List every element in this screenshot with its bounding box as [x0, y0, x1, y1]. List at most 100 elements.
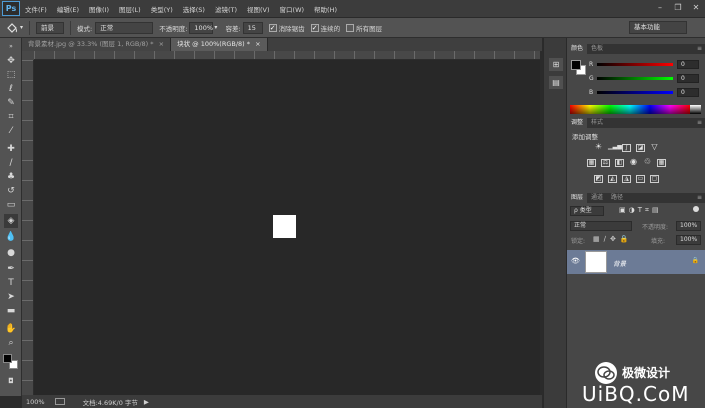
blend-mode-select[interactable]: 正常: [570, 221, 632, 231]
pen-tool-icon[interactable]: ✒: [4, 262, 18, 276]
panel-menu-icon[interactable]: ≡: [697, 193, 702, 203]
layer-name[interactable]: 背景: [613, 258, 626, 268]
color-spectrum-bw[interactable]: [690, 105, 701, 114]
selective-color-icon[interactable]: ▢: [650, 175, 659, 183]
tab-color[interactable]: 颜色: [567, 44, 588, 54]
blue-slider[interactable]: B 0: [589, 87, 699, 97]
mode-select[interactable]: 正常: [95, 21, 154, 34]
levels-icon[interactable]: ▁▃▅: [608, 144, 622, 152]
document-canvas[interactable]: [273, 215, 296, 238]
zoom-level[interactable]: 100%: [26, 398, 45, 406]
history-brush-tool-icon[interactable]: ↺: [4, 184, 18, 198]
eraser-tool-icon[interactable]: ▭: [4, 198, 18, 212]
properties-panel-icon[interactable]: ▤: [549, 76, 563, 89]
tab-layers[interactable]: 图层: [567, 193, 588, 203]
visibility-eye-icon[interactable]: 👁: [571, 257, 580, 265]
blue-value[interactable]: 0: [677, 87, 699, 97]
ruler-origin[interactable]: [22, 51, 34, 60]
opacity-dropdown-icon[interactable]: ▾: [214, 24, 217, 31]
color-balance-icon[interactable]: ⚖: [601, 159, 610, 167]
history-panel-icon[interactable]: ⊞: [549, 58, 563, 71]
workspace-switcher[interactable]: 基本功能: [629, 21, 687, 34]
type-tool-icon[interactable]: T: [4, 276, 18, 290]
layer-opacity-input[interactable]: 100%: [676, 221, 701, 231]
gradient-map-icon[interactable]: ▭: [636, 175, 645, 183]
channel-mixer-icon[interactable]: ♲: [643, 158, 652, 167]
paint-bucket-tool-icon[interactable]: ◈: [4, 214, 18, 228]
path-select-tool-icon[interactable]: ➤: [4, 290, 18, 304]
tab-swatches[interactable]: 色板: [587, 44, 607, 54]
layer-row-background[interactable]: 👁 背景 🔒: [567, 250, 705, 274]
menu-layer[interactable]: 图层(L): [114, 4, 146, 14]
menu-image[interactable]: 图像(I): [84, 4, 114, 14]
close-button[interactable]: ✕: [690, 2, 702, 13]
close-icon[interactable]: ×: [159, 40, 164, 48]
green-value[interactable]: 0: [677, 73, 699, 83]
quick-select-tool-icon[interactable]: ✎: [4, 96, 18, 110]
healing-brush-tool-icon[interactable]: ✚: [4, 142, 18, 156]
tab-paths[interactable]: 路径: [607, 193, 627, 203]
menu-view[interactable]: 视图(V): [242, 4, 275, 14]
filter-toggle-icon[interactable]: [693, 206, 699, 212]
fill-source-select[interactable]: 前景: [36, 21, 65, 34]
zoom-tool-icon[interactable]: ⌕: [4, 336, 18, 350]
eyedropper-tool-icon[interactable]: ⁄: [4, 124, 18, 138]
fill-input[interactable]: 100%: [676, 235, 701, 245]
exposure-icon[interactable]: ◪: [636, 144, 645, 152]
black-white-icon[interactable]: ◧: [615, 159, 624, 167]
contiguous-checkbox[interactable]: ✓: [310, 23, 319, 32]
lock-options-icons[interactable]: ▦∕✥🔒: [593, 235, 633, 243]
menu-filter[interactable]: 滤镜(T): [210, 4, 242, 14]
horizontal-ruler[interactable]: [34, 51, 540, 60]
tab-blocks[interactable]: 块状 @ 100%(RGB/8) * ×: [171, 38, 268, 51]
restore-button[interactable]: ❐: [672, 2, 684, 13]
posterize-icon[interactable]: ◭: [608, 175, 617, 183]
antialias-checkbox[interactable]: ✓: [268, 23, 277, 32]
tab-channels[interactable]: 通道: [587, 193, 607, 203]
menu-window[interactable]: 窗口(W): [275, 4, 310, 14]
minimize-button[interactable]: –: [654, 2, 666, 13]
lasso-tool-icon[interactable]: ℓ: [4, 82, 18, 96]
color-lookup-icon[interactable]: ▦: [657, 159, 666, 167]
invert-icon[interactable]: ◩: [594, 175, 603, 183]
vertical-ruler[interactable]: [22, 60, 34, 395]
menu-file[interactable]: 文件(F): [20, 4, 52, 14]
opacity-input[interactable]: 100%: [189, 21, 214, 34]
red-slider[interactable]: R 0: [589, 59, 699, 69]
brush-tool-icon[interactable]: ∕: [4, 156, 18, 170]
brightness-contrast-icon[interactable]: ☀: [594, 143, 603, 152]
blur-tool-icon[interactable]: 💧: [4, 230, 18, 244]
hand-tool-icon[interactable]: ✋: [4, 322, 18, 336]
move-tool-icon[interactable]: ✥: [4, 54, 18, 68]
menu-type[interactable]: 类型(Y): [146, 4, 178, 14]
shape-tool-icon[interactable]: ▬: [4, 304, 18, 318]
menu-help[interactable]: 帮助(H): [309, 4, 342, 14]
layer-filter-kind[interactable]: ρ 类型: [570, 206, 604, 216]
photo-filter-icon[interactable]: ◉: [629, 158, 638, 167]
close-icon[interactable]: ×: [255, 40, 260, 48]
dodge-tool-icon[interactable]: ●: [4, 246, 18, 260]
vibrance-icon[interactable]: ▽: [650, 143, 659, 152]
red-track[interactable]: [597, 62, 673, 66]
tab-background-material[interactable]: 背景素材.jpg @ 33.3% (图层 1, RGB/8) * ×: [22, 38, 172, 51]
clone-stamp-tool-icon[interactable]: ♣: [4, 170, 18, 184]
menu-select[interactable]: 选择(S): [178, 4, 210, 14]
collapse-icon[interactable]: »: [4, 40, 18, 54]
color-spectrum-bar[interactable]: [570, 105, 690, 114]
curves-icon[interactable]: ∫: [622, 144, 631, 152]
panel-menu-icon[interactable]: ≡: [697, 44, 702, 54]
canvas-area[interactable]: [34, 60, 540, 395]
menu-edit[interactable]: 编辑(E): [52, 4, 84, 14]
green-track[interactable]: [597, 76, 673, 80]
tab-styles[interactable]: 样式: [587, 118, 607, 128]
tool-preset-picker[interactable]: ▾: [6, 22, 23, 34]
status-menu-arrow[interactable]: ▶: [144, 398, 149, 406]
red-value[interactable]: 0: [677, 59, 699, 69]
quick-mask-icon[interactable]: ◘: [4, 374, 18, 388]
tab-adjustments[interactable]: 调整: [567, 118, 588, 128]
share-icon[interactable]: [54, 398, 65, 405]
foreground-swatch[interactable]: [571, 60, 581, 70]
green-slider[interactable]: G 0: [589, 73, 699, 83]
blue-track[interactable]: [597, 90, 673, 94]
marquee-tool-icon[interactable]: ⬚: [4, 68, 18, 82]
